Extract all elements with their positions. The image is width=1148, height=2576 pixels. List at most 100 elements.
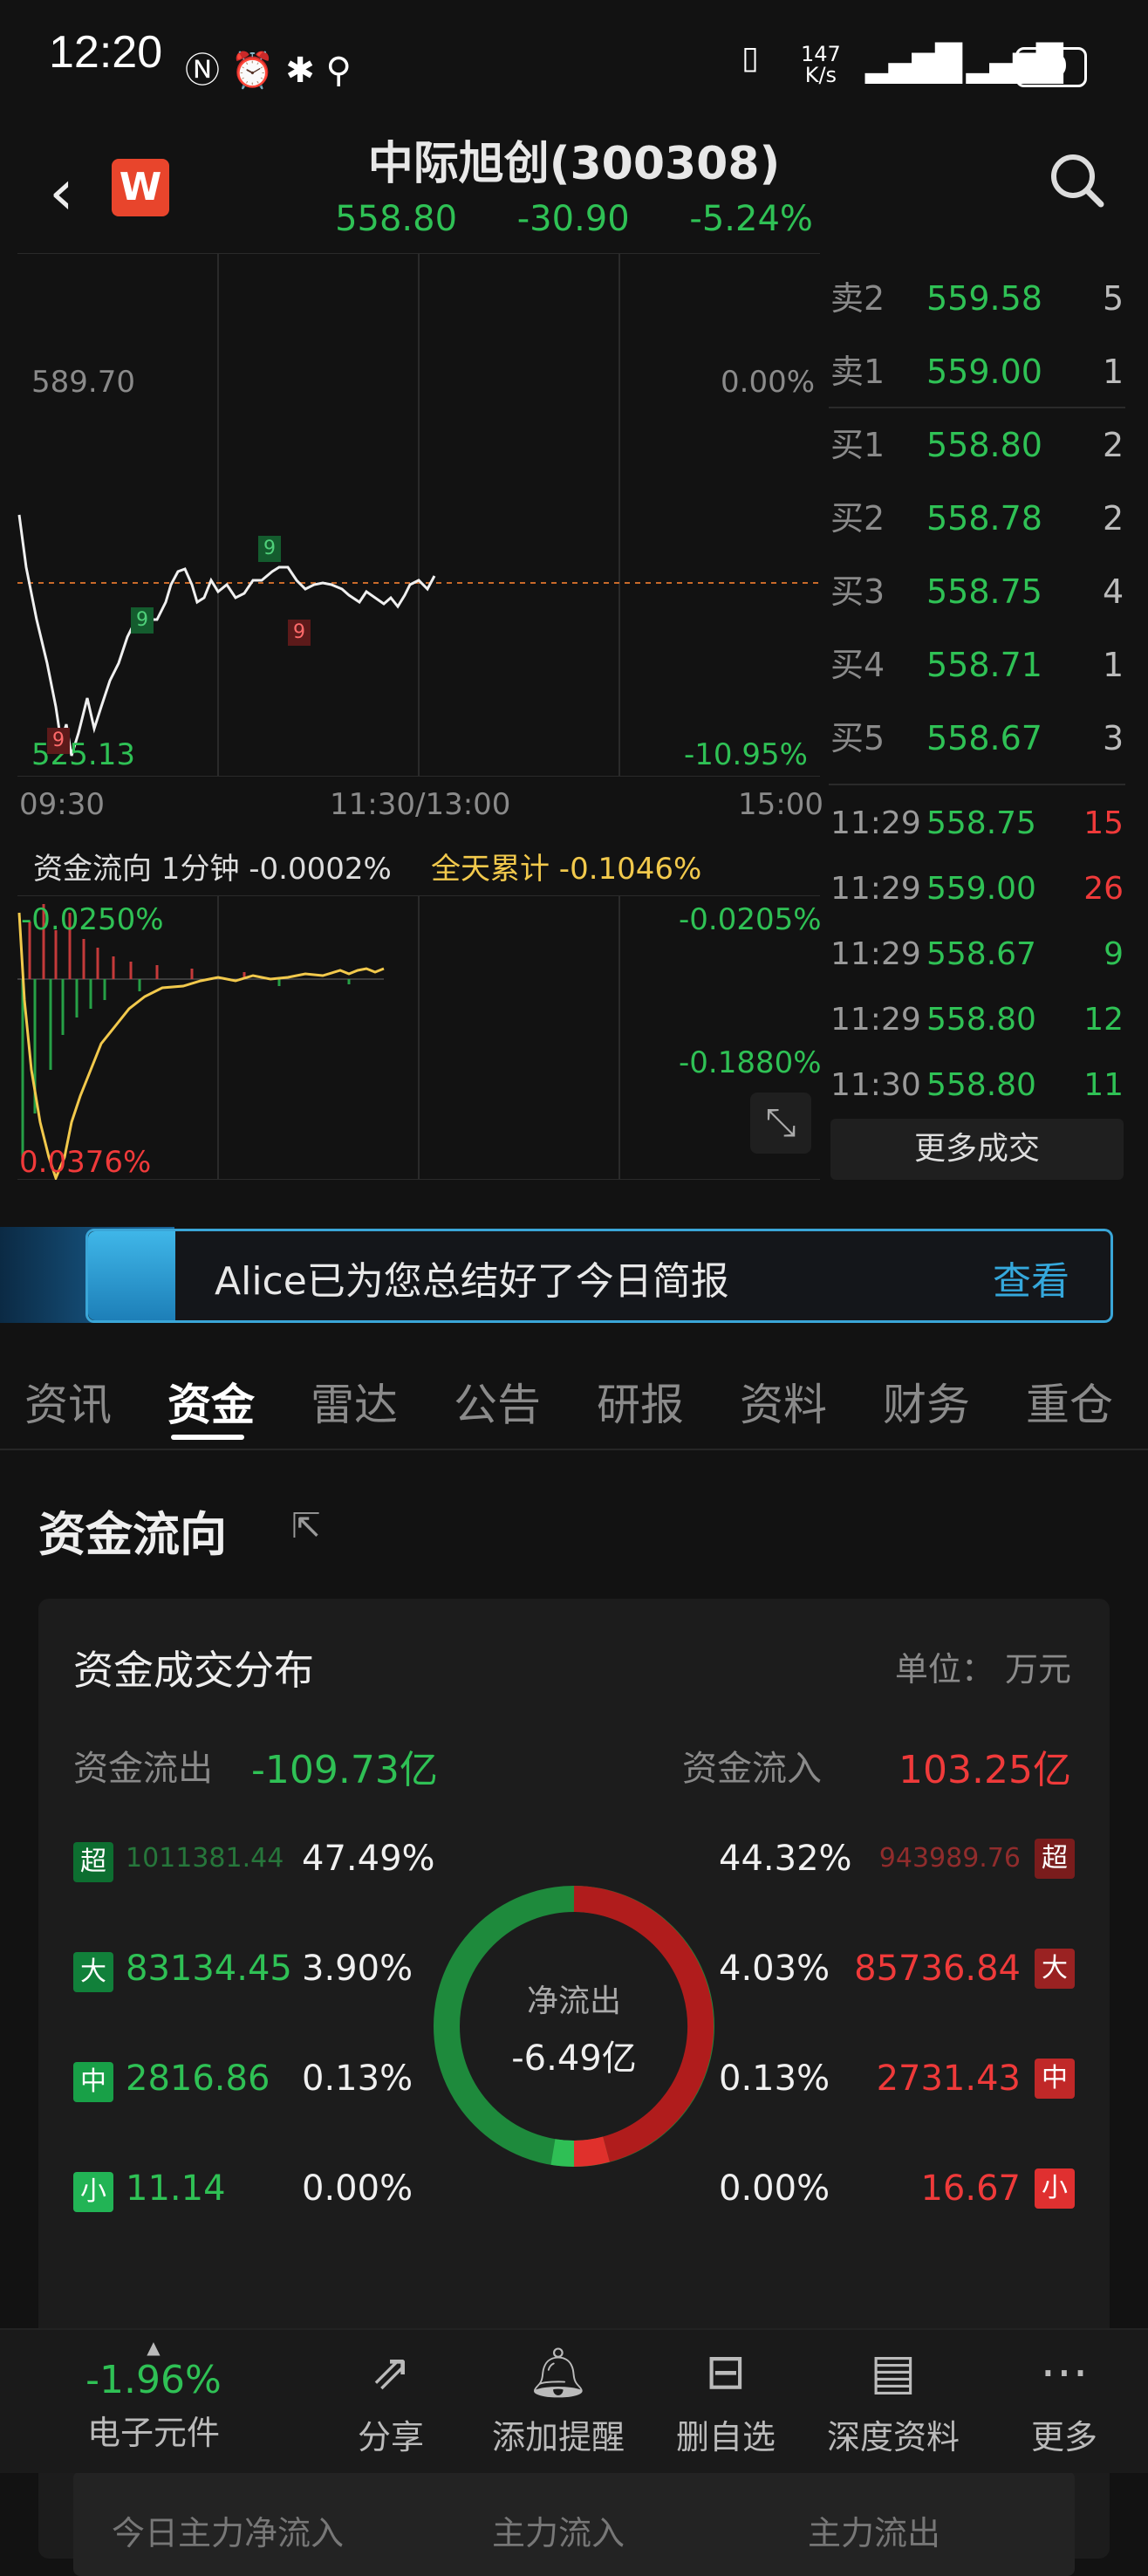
stock-quote: 558.80 -30.90 -5.24% [0,199,1148,239]
chart-marker[interactable]: 9 [131,607,154,634]
tab-4[interactable]: 研报 [597,1370,684,1433]
inflow-value: 103.25亿 [899,1748,1071,1792]
order-volume: 2 [1103,426,1124,464]
remove-watchlist-button[interactable]: ⊟ 删自选 [656,2330,796,2458]
order-level: 买3 [830,572,885,611]
banner-view-button[interactable]: 查看 [993,1250,1069,1305]
order-book-row[interactable]: 买5 558.67 3 [829,702,1125,775]
stock-price: 558.80 [335,199,458,239]
tab-5[interactable]: 资料 [740,1370,827,1433]
order-book-row[interactable]: 买1 558.80 2 [829,408,1125,482]
order-level: 买1 [830,426,885,464]
trade-time: 11:29 [830,1002,921,1038]
trade-row: 11:29 558.75 15 [829,791,1125,856]
tab-6[interactable]: 财务 [883,1370,970,1433]
trade-row: 11:29 559.00 26 [829,856,1125,921]
chart-marker[interactable]: 9 [288,620,311,646]
size-badge: 大 [73,1952,113,1992]
share-button[interactable]: ⇗ 分享 [321,2330,461,2458]
remove-watchlist-label: 删自选 [675,2418,776,2456]
add-alert-button[interactable]: 🔔︎ 添加提醒 [489,2330,628,2458]
order-book-divider [829,407,1125,408]
status-icons: Ⓝ ⏰ ✱ ⚲ [185,51,352,91]
flow-axis-tr: -0.0205% [679,902,822,937]
trade-volume: 15 [1083,805,1124,841]
inflow-label: 资金流入 [682,1749,822,1789]
trade-row: 11:29 558.80 12 [829,987,1125,1052]
outflow-amount: 83134.45 [126,1949,292,1989]
trade-price: 558.67 [926,936,1036,972]
intraday-chart[interactable] [17,252,820,778]
tab-divider [0,1449,1148,1450]
chart-marker[interactable]: 9 [47,728,70,754]
expand-icon[interactable]: ⤡ [750,1093,811,1154]
tab-0[interactable]: 资讯 [24,1370,112,1433]
inflow-row: 0.00% 16.67 小 [719,2162,1075,2215]
inflow-amount: 2731.43 [876,2059,1021,2099]
briefing-banner[interactable]: Alice已为您总结好了今日简报 查看 [0,1227,1148,1323]
tab-2[interactable]: 雷达 [311,1370,398,1433]
order-book-row[interactable]: 卖1 559.00 1 [829,335,1125,408]
search-icon[interactable] [1047,150,1104,208]
order-level: 买4 [830,646,885,684]
inflow-amount: 16.67 [920,2168,1021,2209]
outflow-pct: 0.13% [302,2059,413,2099]
tab-3[interactable]: 公告 [454,1370,541,1433]
bottom-nav: ▲ -1.96% 电子元件 ⇗ 分享 🔔︎ 添加提醒 ⊟ 删自选 ▤ 深度资料 … [0,2328,1148,2473]
tab-1[interactable]: 资金 [167,1370,255,1433]
size-badge: 小 [1035,2168,1075,2209]
order-price: 558.75 [926,572,1042,611]
order-volume: 2 [1103,499,1124,538]
flow-axis-mr: -0.1880% [679,1045,822,1080]
size-badge: 小 [73,2172,113,2212]
banner-text: Alice已为您总结好了今日简报 [215,1259,729,1304]
order-price: 559.00 [926,353,1042,391]
order-book-row[interactable]: 买4 558.71 1 [829,628,1125,702]
main-flow-summary: 今日主力净流入 主力流入 主力流出 [73,2471,1075,2576]
summary-label: 今日主力净流入 [112,2514,345,2552]
y-axis-bottom-right: -10.95% [684,737,808,772]
tab-7[interactable]: 重仓 [1026,1370,1113,1433]
order-level: 卖1 [830,353,885,391]
stock-change-pct: -5.24% [689,199,813,239]
outflow-amount: 1011381.44 [126,1843,284,1874]
inflow-row: 44.32% 943989.76 超 [719,1833,1075,1885]
trade-row: 11:30 558.80 11 [829,1052,1125,1118]
vibrate-icon: ▯ [741,40,759,76]
battery-icon: 49 [1015,47,1087,87]
trade-price: 558.75 [926,805,1036,841]
trade-volume: 9 [1104,936,1124,972]
share-out-icon[interactable]: ⇱ [291,1506,321,1546]
outflow-pct: 0.00% [302,2168,413,2209]
sector-button[interactable]: ▲ -1.96% 电子元件 [84,2330,223,2454]
order-volume: 1 [1103,353,1124,391]
trade-row: 11:29 558.67 9 [829,921,1125,987]
bell-icon: 🔔︎ [527,2345,590,2401]
y-axis-top-right: 0.00% [721,365,816,400]
outflow-row: 大 83134.45 3.90% [73,1942,413,1995]
order-volume: 3 [1103,719,1124,757]
summary-label: 主力流入 [492,2514,625,2552]
order-book-row[interactable]: 买2 558.78 2 [829,482,1125,555]
banner-icon [88,1231,175,1320]
share-label: 分享 [357,2418,424,2456]
size-badge: 中 [73,2062,113,2102]
net-flow-donut[interactable] [433,1885,715,2168]
order-book-row[interactable]: 卖2 559.58 5 [829,262,1125,335]
flow-axis-tl: -0.0250% [21,902,164,937]
x-axis-start: 09:30 [19,787,105,822]
chart-marker[interactable]: 9 [258,536,281,562]
more-trades-button[interactable]: 更多成交 [830,1119,1124,1180]
outflow-pct: 47.49% [302,1839,435,1879]
inflow-amount: 943989.76 [878,1843,1021,1874]
trade-volume: 11 [1083,1067,1124,1103]
sector-indicator: ▲ [147,2337,161,2358]
outflow-label: 资金流出 [73,1749,213,1789]
order-book-row[interactable]: 买3 558.75 4 [829,555,1125,628]
flow-axis-bl: 0.0376% [19,1145,152,1180]
trade-volume: 26 [1083,871,1124,907]
deep-info-button[interactable]: ▤ 深度资料 [823,2330,963,2458]
more-button[interactable]: ⋯ 更多 [994,2330,1134,2458]
fund-flow-chart[interactable] [17,894,820,1182]
outflow-row: 超 1011381.44 47.49% [73,1833,435,1885]
